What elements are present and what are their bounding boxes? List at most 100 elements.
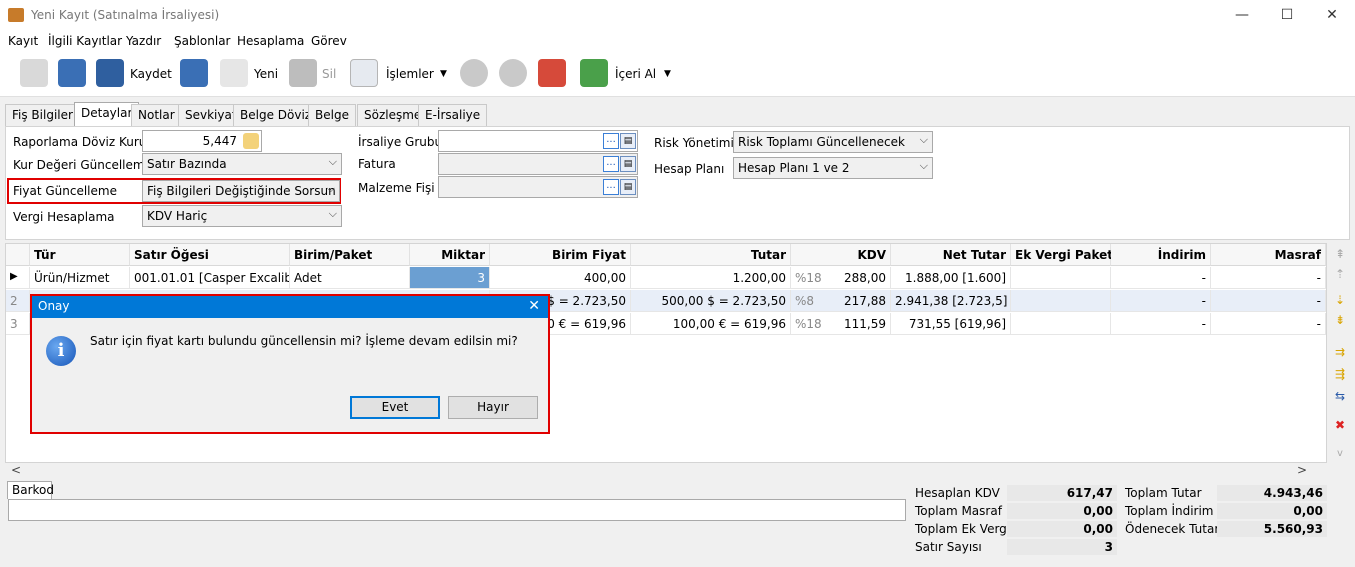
table-cell[interactable]: 001.01.01 [Casper Excalibur ... xyxy=(130,267,290,289)
trash-icon[interactable] xyxy=(289,59,317,87)
table-cell[interactable]: 1.888,00 [1.600] xyxy=(891,267,1011,289)
arrow-down-icon[interactable] xyxy=(499,59,527,87)
menu-ilgili-kayitlar[interactable]: İlgili Kayıtlar xyxy=(48,34,122,48)
new-document-icon[interactable] xyxy=(220,59,248,87)
minimize-button[interactable]: — xyxy=(1219,0,1265,31)
table-cell[interactable]: %18 xyxy=(791,313,831,335)
grid-header-net-tutar[interactable]: Net Tutar xyxy=(891,244,1011,266)
dialog-close-icon[interactable]: ✕ xyxy=(528,298,540,314)
table-cell[interactable]: 731,55 [619,96] xyxy=(891,313,1011,335)
table-cell[interactable]: 288,00 xyxy=(831,267,891,289)
save-new-icon[interactable] xyxy=(180,59,208,87)
tab-barkod[interactable]: Barkod xyxy=(7,481,54,499)
table-cell[interactable] xyxy=(1011,313,1111,335)
table-cell[interactable]: - xyxy=(1111,290,1211,312)
delete-button[interactable]: Sil xyxy=(322,67,336,81)
cursor-add-icon[interactable] xyxy=(20,59,48,87)
tab-notlar[interactable]: Notlar xyxy=(131,104,182,126)
save-refresh-icon[interactable] xyxy=(58,59,86,87)
menu-sablonlar[interactable]: Şablonlar xyxy=(174,34,231,48)
malzeme-browse-button[interactable]: ... xyxy=(603,179,619,195)
delete-row-icon[interactable]: ✖ xyxy=(1333,418,1347,432)
table-cell[interactable] xyxy=(1011,290,1111,312)
table-cell[interactable]: 1.200,00 xyxy=(631,267,791,289)
grid-header-ek-vergi[interactable]: Ek Vergi Paketi xyxy=(1011,244,1117,266)
no-button[interactable]: Hayır xyxy=(448,396,538,419)
fiyat-select[interactable]: Fiş Bilgileri Değiştiğinde Sorsun ⌵ xyxy=(142,180,340,202)
import-dropdown-icon[interactable]: ▼ xyxy=(664,69,671,79)
table-cell[interactable]: 217,88 xyxy=(831,290,891,312)
tab-fis-bilgileri[interactable]: Fiş Bilgileri xyxy=(5,104,84,126)
grid-header-birim[interactable]: Birim/Paket xyxy=(290,244,410,266)
save-icon[interactable] xyxy=(96,59,124,87)
grid-header-indirim[interactable]: İndirim xyxy=(1111,244,1211,266)
table-cell[interactable]: 500,00 $ = 2.723,50 xyxy=(631,290,791,312)
fatura-browse-button[interactable]: ... xyxy=(603,156,619,172)
table-cell[interactable]: - xyxy=(1211,313,1326,335)
table-cell[interactable]: - xyxy=(1211,290,1326,312)
new-button[interactable]: Yeni xyxy=(254,67,278,81)
insert-row-icon[interactable]: ⇉ xyxy=(1333,345,1347,359)
table-cell[interactable]: %18 xyxy=(791,267,831,289)
grid-header-satir-ogesi[interactable]: Satır Öğesi xyxy=(130,244,290,266)
tab-detaylar[interactable]: Detaylar xyxy=(74,102,140,126)
grid-header-miktar[interactable]: Miktar xyxy=(410,244,490,266)
grid-header-tutar[interactable]: Tutar xyxy=(631,244,791,266)
table-cell[interactable]: - xyxy=(1211,267,1326,289)
import-icon[interactable] xyxy=(580,59,608,87)
grid-header-birim-fiyat[interactable]: Birim Fiyat xyxy=(490,244,631,266)
table-cell[interactable] xyxy=(1011,267,1111,289)
scroll-down-icon[interactable]: v xyxy=(1333,447,1347,461)
horizontal-scrollbar[interactable]: < > xyxy=(5,463,1310,479)
hesap-plani-select[interactable]: Hesap Planı 1 ve 2 ⌵ xyxy=(733,157,933,179)
arrow-up-icon[interactable] xyxy=(460,59,488,87)
irsaliye-list-icon[interactable]: ▤ xyxy=(620,133,636,149)
currency-rate-icon[interactable] xyxy=(243,133,259,149)
row-marker[interactable]: 2 xyxy=(6,290,30,312)
close-window-button[interactable]: ✕ xyxy=(1309,0,1355,31)
table-cell[interactable]: Ürün/Hizmet xyxy=(30,267,130,289)
table-cell[interactable]: %8 xyxy=(791,290,831,312)
tab-e-irsaliye[interactable]: E-İrsaliye xyxy=(418,104,488,126)
save-button[interactable]: Kaydet xyxy=(130,67,172,81)
move-up-icon[interactable]: ⇡ xyxy=(1333,267,1347,281)
tab-belge[interactable]: Belge xyxy=(308,104,356,126)
menu-gorev[interactable]: Görev xyxy=(311,34,347,48)
menu-kayit[interactable]: Kayıt xyxy=(8,34,38,48)
move-bottom-icon[interactable]: ⇟ xyxy=(1333,313,1347,327)
document-list-icon[interactable] xyxy=(350,59,378,87)
yes-button[interactable]: Evet xyxy=(350,396,440,419)
move-top-icon[interactable]: ⇞ xyxy=(1333,247,1347,261)
risk-select[interactable]: Risk Toplamı Güncellenecek ⌵ xyxy=(733,131,933,153)
operations-button[interactable]: İşlemler xyxy=(386,67,434,81)
table-cell[interactable]: 111,59 xyxy=(831,313,891,335)
table-cell[interactable]: - xyxy=(1111,267,1211,289)
insert-row-below-icon[interactable]: ⇶ xyxy=(1333,367,1347,381)
table-cell[interactable]: - xyxy=(1111,313,1211,335)
row-marker[interactable]: 3 xyxy=(6,313,30,335)
scroll-left-icon[interactable]: < xyxy=(11,463,21,477)
table-cell[interactable]: Adet xyxy=(290,267,410,289)
menu-yazdir[interactable]: Yazdır xyxy=(126,34,161,48)
grid-header-tur[interactable]: Tür xyxy=(30,244,130,266)
operations-dropdown-icon[interactable]: ▼ xyxy=(440,69,447,79)
barkod-input[interactable] xyxy=(8,499,906,521)
import-button[interactable]: İçeri Al xyxy=(615,67,656,81)
split-row-icon[interactable]: ⇆ xyxy=(1333,389,1347,403)
approve-check-icon[interactable] xyxy=(538,59,566,87)
maximize-button[interactable]: ☐ xyxy=(1264,0,1310,31)
table-cell[interactable]: 100,00 € = 619,96 xyxy=(631,313,791,335)
fatura-list-icon[interactable]: ▤ xyxy=(620,156,636,172)
row-marker[interactable]: ▶ xyxy=(6,267,30,289)
irsaliye-browse-button[interactable]: ... xyxy=(603,133,619,149)
vergi-select[interactable]: KDV Hariç ⌵ xyxy=(142,205,342,227)
grid-header-kdv[interactable]: KDV xyxy=(791,244,891,266)
kur-select[interactable]: Satır Bazında ⌵ xyxy=(142,153,342,175)
scroll-right-icon[interactable]: > xyxy=(1297,463,1307,477)
malzeme-list-icon[interactable]: ▤ xyxy=(620,179,636,195)
table-cell[interactable]: 400,00 xyxy=(490,267,631,289)
menu-hesaplama[interactable]: Hesaplama xyxy=(237,34,304,48)
move-down-icon[interactable]: ⇣ xyxy=(1333,293,1347,307)
table-cell-selected[interactable]: 3 xyxy=(410,267,490,289)
grid-header-masraf[interactable]: Masraf xyxy=(1211,244,1326,266)
